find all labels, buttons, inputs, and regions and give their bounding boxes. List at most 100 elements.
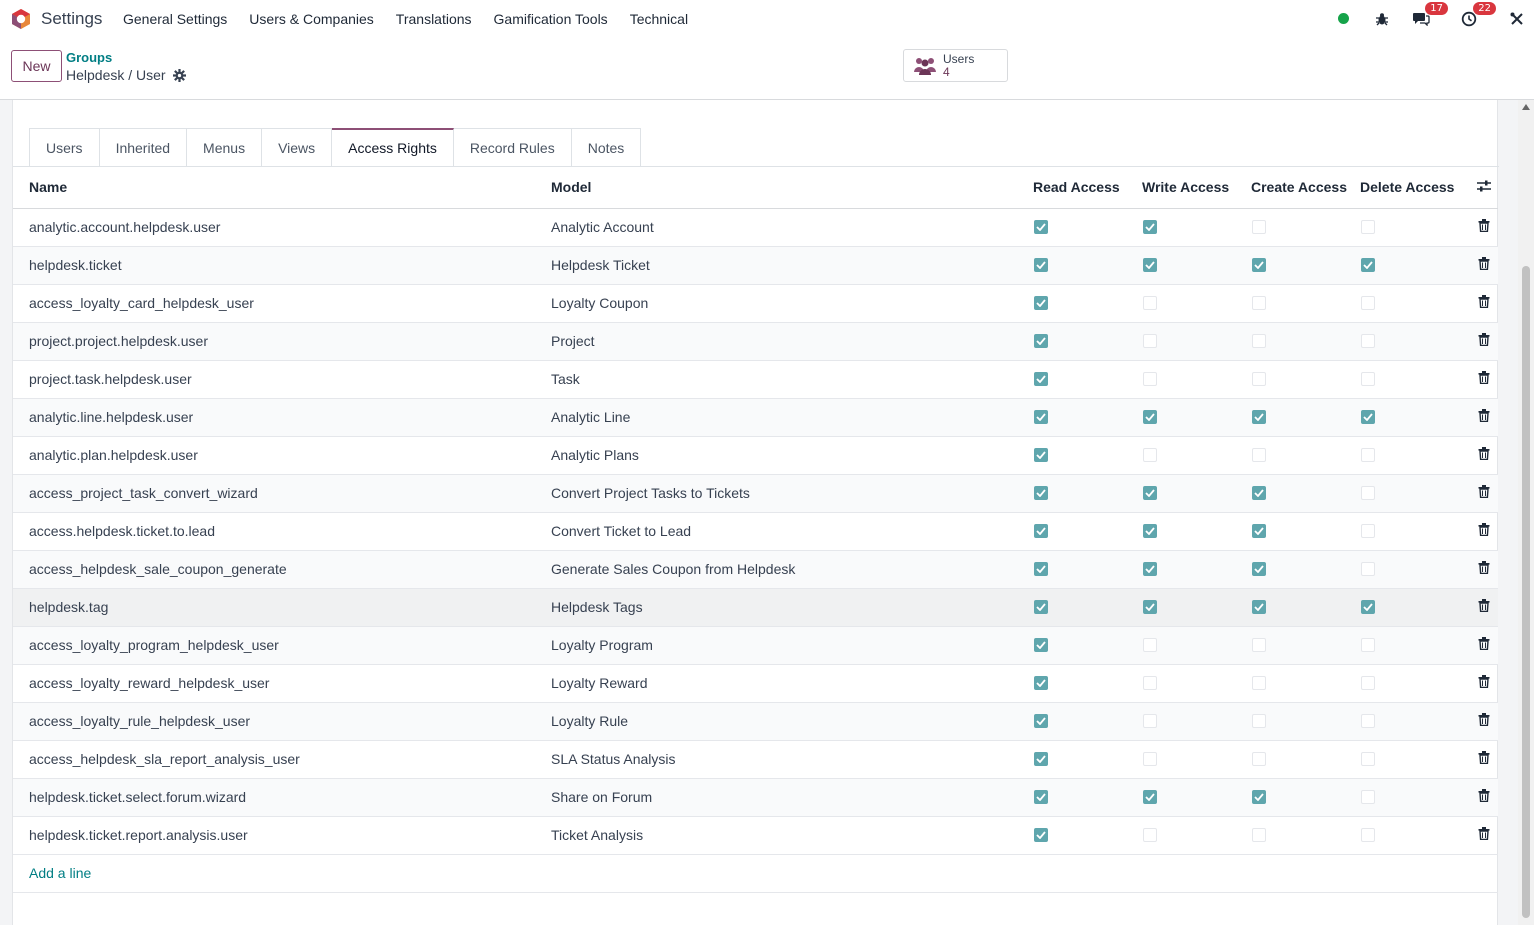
row-model[interactable]: Convert Ticket to Lead — [551, 512, 1033, 551]
row-name[interactable]: access_loyalty_rule_helpdesk_user — [13, 702, 551, 741]
delete-row-button[interactable] — [1469, 474, 1498, 513]
tab-notes[interactable]: Notes — [571, 128, 642, 167]
header-write-access[interactable]: Write Access — [1142, 167, 1251, 209]
create-access-checkbox[interactable] — [1252, 296, 1266, 310]
optional-columns-toggle[interactable] — [1469, 167, 1498, 209]
table-row[interactable]: helpdesk.tag Helpdesk Tags — [13, 588, 1498, 627]
table-row[interactable]: helpdesk.ticket.report.analysis.user Tick… — [13, 816, 1498, 855]
read-access-checkbox[interactable] — [1034, 334, 1048, 348]
row-model[interactable]: Analytic Plans — [551, 436, 1033, 475]
new-button[interactable]: New — [11, 50, 62, 82]
row-name[interactable]: access_project_task_convert_wizard — [13, 474, 551, 513]
create-access-checkbox[interactable] — [1252, 714, 1266, 728]
delete-row-button[interactable] — [1469, 246, 1498, 285]
delete-row-button[interactable] — [1469, 778, 1498, 817]
row-model[interactable]: Analytic Line — [551, 398, 1033, 437]
read-access-checkbox[interactable] — [1034, 714, 1048, 728]
row-name[interactable]: analytic.account.helpdesk.user — [13, 208, 551, 247]
scrollbar-thumb[interactable] — [1522, 266, 1530, 918]
row-model[interactable]: Helpdesk Tags — [551, 588, 1033, 627]
write-access-checkbox[interactable] — [1143, 372, 1157, 386]
row-name[interactable]: access_loyalty_reward_helpdesk_user — [13, 664, 551, 703]
row-model[interactable]: Loyalty Rule — [551, 702, 1033, 741]
row-name[interactable]: analytic.plan.helpdesk.user — [13, 436, 551, 475]
delete-access-checkbox[interactable] — [1361, 410, 1375, 424]
tab-menus[interactable]: Menus — [187, 128, 263, 167]
odoo-logo-icon[interactable] — [10, 8, 32, 30]
create-access-checkbox[interactable] — [1252, 334, 1266, 348]
gear-icon[interactable] — [172, 68, 186, 82]
write-access-checkbox[interactable] — [1143, 410, 1157, 424]
read-access-checkbox[interactable] — [1034, 220, 1048, 234]
messages-button[interactable]: 17 — [1408, 1, 1448, 30]
table-row[interactable]: analytic.line.helpdesk.user Analytic Line — [13, 398, 1498, 437]
write-access-checkbox[interactable] — [1143, 676, 1157, 690]
read-access-checkbox[interactable] — [1034, 638, 1048, 652]
table-row[interactable]: access.helpdesk.ticket.to.lead Convert Ti… — [13, 512, 1498, 551]
row-name[interactable]: access_loyalty_card_helpdesk_user — [13, 284, 551, 323]
create-access-checkbox[interactable] — [1252, 828, 1266, 842]
write-access-checkbox[interactable] — [1143, 562, 1157, 576]
read-access-checkbox[interactable] — [1034, 448, 1048, 462]
tab-access-rights[interactable]: Access Rights — [332, 128, 454, 167]
table-row[interactable]: access_helpdesk_sale_coupon_generate Gene… — [13, 550, 1498, 589]
write-access-checkbox[interactable] — [1143, 220, 1157, 234]
create-access-checkbox[interactable] — [1252, 448, 1266, 462]
table-row[interactable]: access_loyalty_program_helpdesk_user Loya… — [13, 626, 1498, 665]
scroll-up-arrow-icon[interactable] — [1522, 104, 1530, 110]
read-access-checkbox[interactable] — [1034, 258, 1048, 272]
delete-row-button[interactable] — [1469, 512, 1498, 551]
write-access-checkbox[interactable] — [1143, 714, 1157, 728]
read-access-checkbox[interactable] — [1034, 410, 1048, 424]
create-access-checkbox[interactable] — [1252, 790, 1266, 804]
table-row[interactable]: helpdesk.ticket Helpdesk Ticket — [13, 246, 1498, 285]
delete-access-checkbox[interactable] — [1361, 600, 1375, 614]
row-model[interactable]: Share on Forum — [551, 778, 1033, 817]
row-name[interactable]: access_helpdesk_sale_coupon_generate — [13, 550, 551, 589]
delete-access-checkbox[interactable] — [1361, 790, 1375, 804]
table-row[interactable]: project.task.helpdesk.user Task — [13, 360, 1498, 399]
read-access-checkbox[interactable] — [1034, 524, 1048, 538]
create-access-checkbox[interactable] — [1252, 410, 1266, 424]
header-read-access[interactable]: Read Access — [1033, 167, 1142, 209]
header-create-access[interactable]: Create Access — [1251, 167, 1360, 209]
table-row[interactable]: helpdesk.ticket.select.forum.wizard Share… — [13, 778, 1498, 817]
row-model[interactable]: Helpdesk Ticket — [551, 246, 1033, 285]
row-name[interactable]: helpdesk.ticket.select.forum.wizard — [13, 778, 551, 817]
create-access-checkbox[interactable] — [1252, 524, 1266, 538]
users-stat-button[interactable]: Users 4 — [903, 49, 1008, 82]
read-access-checkbox[interactable] — [1034, 752, 1048, 766]
menu-gamification-tools[interactable]: Gamification Tools — [483, 11, 619, 27]
delete-row-button[interactable] — [1469, 360, 1498, 399]
menu-translations[interactable]: Translations — [385, 11, 483, 27]
delete-access-checkbox[interactable] — [1361, 486, 1375, 500]
write-access-checkbox[interactable] — [1143, 524, 1157, 538]
read-access-checkbox[interactable] — [1034, 828, 1048, 842]
write-access-checkbox[interactable] — [1143, 258, 1157, 272]
delete-row-button[interactable] — [1469, 208, 1498, 247]
delete-access-checkbox[interactable] — [1361, 524, 1375, 538]
write-access-checkbox[interactable] — [1143, 486, 1157, 500]
table-row[interactable]: access_loyalty_card_helpdesk_user Loyalty… — [13, 284, 1498, 323]
delete-row-button[interactable] — [1469, 626, 1498, 665]
delete-access-checkbox[interactable] — [1361, 296, 1375, 310]
table-row[interactable]: access_loyalty_reward_helpdesk_user Loyal… — [13, 664, 1498, 703]
header-delete-access[interactable]: Delete Access — [1360, 167, 1469, 209]
write-access-checkbox[interactable] — [1143, 334, 1157, 348]
row-name[interactable]: project.project.helpdesk.user — [13, 322, 551, 361]
delete-row-button[interactable] — [1469, 436, 1498, 475]
create-access-checkbox[interactable] — [1252, 486, 1266, 500]
delete-access-checkbox[interactable] — [1361, 676, 1375, 690]
row-model[interactable]: Project — [551, 322, 1033, 361]
read-access-checkbox[interactable] — [1034, 372, 1048, 386]
menu-technical[interactable]: Technical — [619, 11, 699, 27]
read-access-checkbox[interactable] — [1034, 600, 1048, 614]
row-name[interactable]: analytic.line.helpdesk.user — [13, 398, 551, 437]
delete-row-button[interactable] — [1469, 740, 1498, 779]
row-model[interactable]: Loyalty Reward — [551, 664, 1033, 703]
create-access-checkbox[interactable] — [1252, 752, 1266, 766]
delete-access-checkbox[interactable] — [1361, 334, 1375, 348]
table-row[interactable]: access_helpdesk_sla_report_analysis_user… — [13, 740, 1498, 779]
write-access-checkbox[interactable] — [1143, 752, 1157, 766]
read-access-checkbox[interactable] — [1034, 296, 1048, 310]
